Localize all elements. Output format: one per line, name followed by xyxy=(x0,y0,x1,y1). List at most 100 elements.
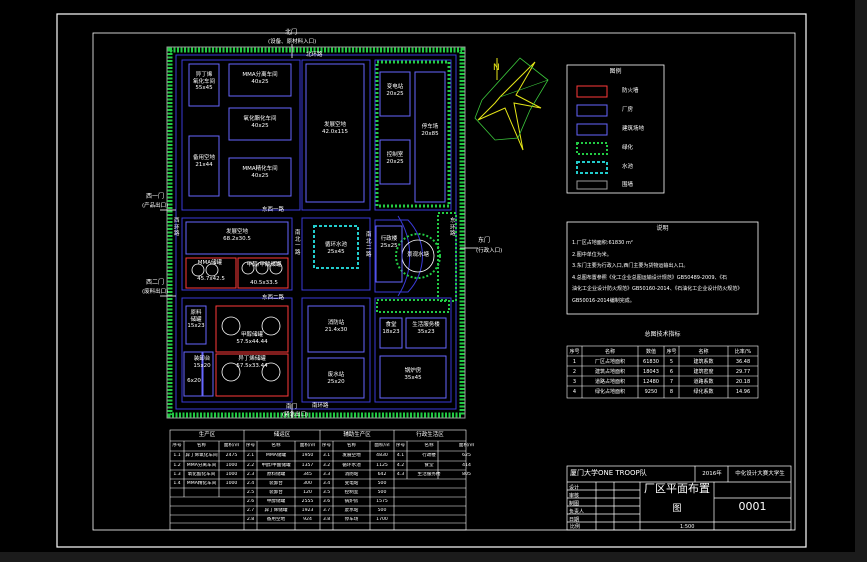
tech-index-row: 2 建筑占地面积 18043 6 建筑密度 29.77 xyxy=(572,368,751,375)
gate-east-sub: (行政入口) xyxy=(476,248,503,254)
table-row: 3.2 循环水池 1125 xyxy=(320,462,394,471)
table-cell: 锅炉房 xyxy=(344,499,359,505)
gate-west2-label: 西二门 xyxy=(146,279,165,286)
table-row: 1.4 MMA精化车间 1000 xyxy=(170,480,244,489)
table-cell: 1.3 xyxy=(173,472,181,478)
table-row: 3.6 锅炉房 1575 xyxy=(320,498,394,507)
table-cell: 3.2 xyxy=(322,463,331,469)
table-cell: 食堂 xyxy=(424,463,434,469)
gate-north-label: 北门 xyxy=(285,29,298,36)
table-row: 1.3 氧化酯化车间 1000 xyxy=(170,471,244,480)
title-block-competition: 中化设计大赛大学生 xyxy=(735,471,785,477)
notes-line: 4.总图布置参照《化工企业总图运输设计规范》GB50489-2009、《石 xyxy=(572,274,728,281)
table-cell: 变电站 xyxy=(344,481,359,487)
schedule-header-cell: 序号 xyxy=(172,443,182,449)
table-cell: 异丁烯氧化车间 xyxy=(185,453,218,459)
table-cell: 625 xyxy=(462,453,471,459)
table-row: 3.1 发展空地 4830 xyxy=(320,452,394,461)
notes-body: 1.厂区占地面积:61830 m² 2.图中单位为米。 3.东门主要为行政入口,… xyxy=(572,238,756,307)
gate-south-label: 南门 xyxy=(286,404,298,410)
table-cell: 345 xyxy=(303,472,312,478)
table-cell: 装卸台 xyxy=(269,490,283,496)
canteen-label: 食堂 18x23 xyxy=(382,322,400,335)
building-mma-sep-label: MMA分离车间 40x25 xyxy=(242,72,278,85)
schedule-header-cell: 面积/㎡ xyxy=(223,443,240,449)
table-cell: 备用空地 xyxy=(266,517,286,523)
schedule-header-cell: 名称 xyxy=(271,443,281,449)
schedule-header-cell: 面积/㎡ xyxy=(374,443,390,449)
tech-index-row: 1 厂区占地面积 61830 5 建筑系数 36.48 xyxy=(572,358,751,365)
table-row: 3.8 停车场 1700 xyxy=(320,516,394,525)
schedule-header-cell: 名称 xyxy=(424,443,434,449)
tech-index-header-row: 序号 名称 数值 序号 名称 比率/% xyxy=(569,348,752,355)
table-cell: 2475 xyxy=(225,453,238,459)
schedule-g4-title: 行政生活区 xyxy=(416,432,444,438)
schedule-header-cell: 序号 xyxy=(395,443,406,449)
parking-label: 停车场 20x85 xyxy=(421,124,439,137)
road-east-row1-label: 东西一路 xyxy=(262,207,285,213)
table-row: 2.4 装卸台 300 xyxy=(244,480,320,489)
tech-index-title: 总图技术指标 xyxy=(644,331,681,338)
table-row: 2.6 甲醇储罐 2555 xyxy=(244,498,320,507)
table-cell: 1125 xyxy=(376,463,388,469)
landscape-pond-label: 景观水塘 xyxy=(406,252,429,258)
tank-isobutene-label: 异丁烯储罐 57.5x33.44 xyxy=(236,356,268,369)
table-cell: 2.6 xyxy=(246,499,255,505)
table-cell: 1923 xyxy=(301,508,314,514)
table-cell: 废水站 xyxy=(344,508,359,514)
fire-station-label: 消防站 21.4x30 xyxy=(324,320,348,333)
table-row: 1.2 MMA分离车间 1000 xyxy=(170,462,244,471)
table-cell: 4.1 xyxy=(396,453,405,459)
table-cell: 3.3 xyxy=(322,472,331,478)
table-row: 2.1 MMA储罐 1950 xyxy=(244,452,320,461)
table-cell: 1.4 xyxy=(173,481,181,487)
table-row: 2.7 异丁烯储罐 1923 xyxy=(244,507,320,516)
service-building-label: 生活服务楼 35x23 xyxy=(412,322,440,335)
table-cell: 805 xyxy=(462,472,471,478)
table-cell: 原料储罐 xyxy=(266,472,286,478)
table-cell: 120 xyxy=(303,490,312,496)
table-cell: 1700 xyxy=(376,517,388,523)
admin-building-label: 行政楼 25x25 xyxy=(380,236,398,249)
table-cell: MMA分离车间 xyxy=(186,463,217,469)
gate-north-sub: (设备、原材料入口) xyxy=(268,39,317,45)
table-cell: MMA储罐 xyxy=(265,453,287,459)
road-ns1-label: 南北一路 xyxy=(295,230,301,256)
table-cell: 1000 xyxy=(225,463,238,469)
table-row: 4.2 食堂 414 xyxy=(394,462,482,471)
table-cell: 3.5 xyxy=(322,490,331,496)
table-row: 2.2 甲醇/甲酸储罐 1357 xyxy=(244,462,320,471)
table-cell: 2.5 xyxy=(246,490,255,496)
table-cell: 1000 xyxy=(225,481,238,487)
loading-dock-2-label: 6x20 xyxy=(187,378,201,384)
table-row: 2.3 原料储罐 345 xyxy=(244,471,320,480)
schedule-header-row: 序号 名称 面积/㎡ xyxy=(244,442,320,451)
table-cell: 3.6 xyxy=(322,499,331,505)
table-cell: 924 xyxy=(303,517,312,523)
schedule-g3-title: 辅助生产区 xyxy=(343,432,371,438)
schedule-header-cell: 序号 xyxy=(321,443,332,449)
building-mma-refine-label: MMA精化车间 40x25 xyxy=(242,166,278,179)
legend-item-plant: 厂房 xyxy=(622,107,634,113)
table-cell: 消防站 xyxy=(344,472,359,478)
table-cell: 500 xyxy=(377,490,387,496)
schedule-g1-title: 生产区 xyxy=(198,432,216,438)
table-cell: 发展空地 xyxy=(342,453,361,459)
tank-methanol-label: 甲醇储罐 57.5x44.44 xyxy=(236,332,268,345)
notes-line: 1.厂区占地面积:61830 m² xyxy=(572,240,633,246)
table-row: 4.1 行政楼 625 xyxy=(394,452,482,461)
schedule-header-cell: 面积/㎡ xyxy=(458,443,475,449)
notes-line: 2.图中单位为米。 xyxy=(572,251,612,258)
legend-item-firewall: 防火墙 xyxy=(622,88,639,94)
legend-title: 图例 xyxy=(609,68,622,75)
table-cell: 414 xyxy=(462,463,471,469)
notes-line: GB50016-2014编制完成。 xyxy=(572,297,635,304)
table-row: 2.5 装卸台 120 xyxy=(244,489,320,498)
building-isobutene-label: 异丁烯 氧化车间 55x45 xyxy=(192,72,215,91)
schedule-header-cell: 序号 xyxy=(245,443,256,449)
table-cell: 1000 xyxy=(225,472,238,478)
table-cell: MMA精化车间 xyxy=(186,481,217,487)
table-cell: 2.4 xyxy=(246,481,255,487)
table-cell: 3.8 xyxy=(322,517,331,523)
notes-line: 3.东门主要为行政入口,西门主要为货物运输出入口。 xyxy=(572,263,689,269)
